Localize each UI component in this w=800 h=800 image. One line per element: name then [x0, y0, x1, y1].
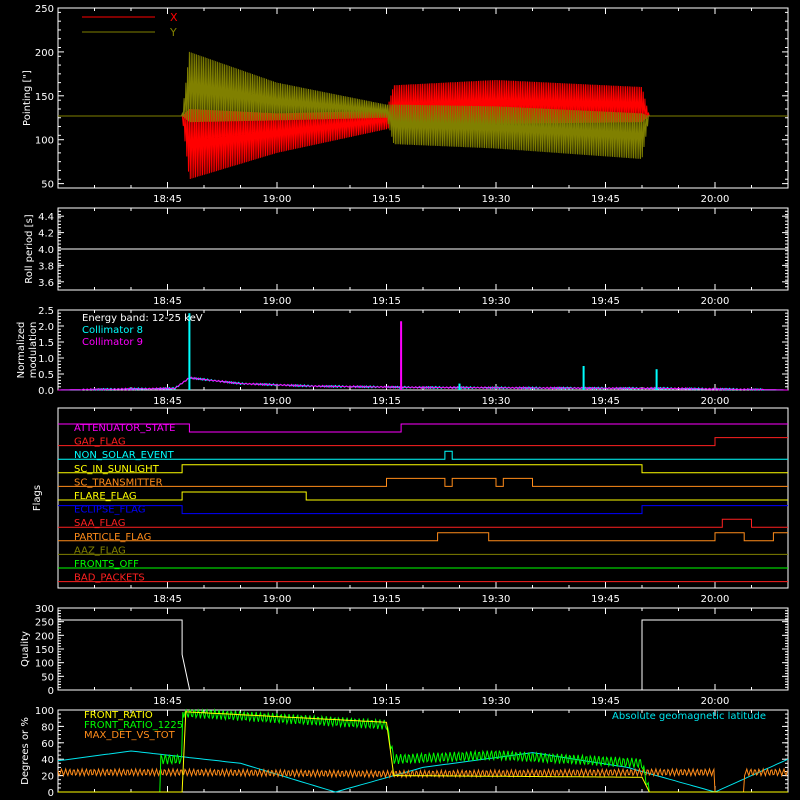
y-tick-label: 20 [41, 772, 54, 783]
x-tick-label: 18:45 [153, 296, 182, 307]
x-tick-label: 19:45 [591, 696, 620, 707]
modulation-legend-energy: Energy band: 12-25 keV [82, 313, 203, 324]
x-tick-label: 19:45 [591, 396, 620, 407]
diagnostics-figure: Pointing ["] 50100150200250 18:45 19:00 19… [0, 0, 800, 800]
flag-label: AAZ_FLAG [74, 545, 126, 556]
x-tick-label: 19:15 [372, 696, 401, 707]
flag-label: ECLIPSE_FLAG [74, 505, 145, 516]
x-tick-label: 19:00 [263, 396, 292, 407]
y-tick-label: 2.0 [38, 322, 54, 333]
flag-label: NON_SOLAR_EVENT [74, 450, 175, 461]
roll-ylabel: Roll period [s] [24, 214, 35, 283]
legend-x-label: X [170, 11, 178, 24]
y-tick-label: 4.4 [38, 212, 54, 223]
flag-label: SAA_FLAG [74, 518, 125, 529]
y-tick-label: 3.6 [38, 278, 54, 289]
x-tick-label: 20:00 [701, 594, 730, 605]
flag-label: PARTICLE_FLAG [74, 532, 151, 543]
flag-label: FLARE_FLAG [74, 491, 137, 502]
y-tick-label: 40 [41, 755, 54, 766]
x-tick-label: 19:45 [591, 296, 620, 307]
x-tick-label: 18:45 [153, 194, 182, 205]
x-tick-label: 19:30 [482, 194, 511, 205]
y-tick-label: 300 [35, 604, 54, 615]
x-tick-label: 19:15 [372, 594, 401, 605]
legend-y-label: Y [169, 26, 177, 39]
y-tick-label: 150 [35, 92, 54, 103]
x-tick-label: 18:45 [153, 696, 182, 707]
fronts-annotation-geomag: Absolute geomagnetic latitude [612, 711, 766, 722]
flag-label: GAP_FLAG [74, 437, 126, 448]
x-tick-label: 19:30 [482, 396, 511, 407]
x-tick-label: 19:15 [372, 396, 401, 407]
x-tick-label: 20:00 [701, 696, 730, 707]
x-tick-label: 19:30 [482, 696, 511, 707]
y-tick-label: 4.2 [38, 229, 54, 240]
x-tick-label: 19:15 [372, 296, 401, 307]
y-tick-label: 0 [48, 788, 54, 799]
y-tick-label: 200 [35, 48, 54, 59]
fronts-ylabel: Degrees or % [20, 717, 31, 785]
y-tick-label: 100 [35, 136, 54, 147]
fronts-legend-max-det: MAX_DET_VS_TOT [84, 730, 176, 741]
y-tick-label: 1.5 [38, 338, 54, 349]
y-tick-label: 200 [35, 631, 54, 642]
modulation-legend-c8: Collimator 8 [82, 325, 143, 336]
x-tick-label: 18:45 [153, 396, 182, 407]
x-tick-label: 19:45 [591, 194, 620, 205]
y-tick-label: 150 [35, 645, 54, 656]
x-tick-label: 20:00 [701, 296, 730, 307]
flag-label: BAD_PACKETS [74, 573, 145, 584]
x-tick-label: 19:15 [372, 194, 401, 205]
flag-label: ATTENUATOR_STATE [74, 423, 175, 434]
y-tick-label: 100 [35, 706, 54, 717]
x-tick-label: 19:00 [263, 194, 292, 205]
x-tick-label: 18:45 [153, 594, 182, 605]
x-tick-label: 19:00 [263, 696, 292, 707]
quality-ylabel: Quality [20, 631, 31, 667]
flag-label: FRONTS_OFF [74, 559, 139, 570]
y-tick-label: 2.5 [38, 306, 54, 317]
y-tick-label: 100 [35, 659, 54, 670]
x-tick-label: 19:00 [263, 296, 292, 307]
y-tick-label: 0 [48, 686, 54, 697]
y-tick-label: 250 [35, 618, 54, 629]
y-tick-label: 60 [41, 739, 54, 750]
y-tick-label: 0.5 [38, 370, 54, 381]
y-tick-label: 50 [41, 672, 54, 683]
flag-label: SC_TRANSMITTER [74, 477, 163, 488]
x-tick-label: 20:00 [701, 194, 730, 205]
y-tick-label: 1.0 [38, 354, 54, 365]
x-tick-label: 19:45 [591, 594, 620, 605]
y-tick-label: 250 [35, 4, 54, 15]
pointing-ylabel: Pointing ["] [22, 70, 33, 126]
x-tick-label: 19:00 [263, 594, 292, 605]
y-tick-label: 4.0 [38, 245, 54, 256]
y-tick-label: 3.8 [38, 261, 54, 272]
y-tick-label: 0.0 [38, 386, 54, 397]
modulation-legend-c9: Collimator 9 [82, 337, 143, 348]
y-tick-label: 50 [41, 180, 54, 191]
modulation-ylabel-line1: Normalized [16, 322, 27, 379]
flag-label: SC_IN_SUNLIGHT [74, 464, 160, 475]
x-tick-label: 20:00 [701, 396, 730, 407]
x-tick-label: 19:30 [482, 296, 511, 307]
y-tick-label: 80 [41, 722, 54, 733]
x-tick-label: 19:30 [482, 594, 511, 605]
flags-ylabel: Flags [32, 485, 43, 511]
